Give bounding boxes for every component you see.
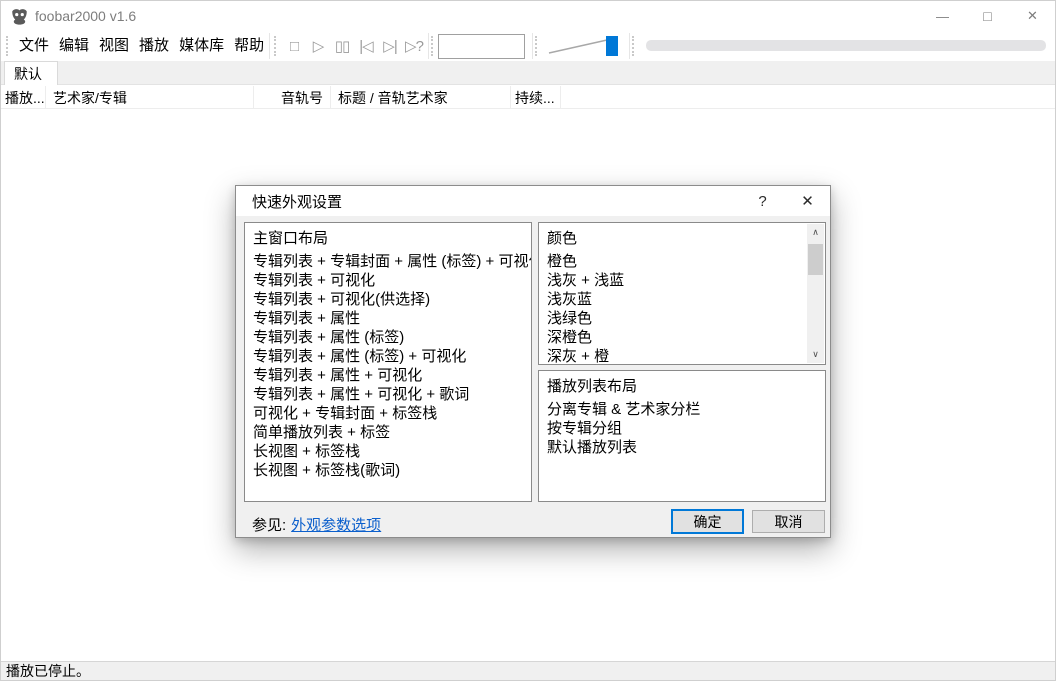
colors-scrollbar[interactable]: ∧ ∨	[807, 224, 824, 363]
menu-edit[interactable]: 编辑	[54, 31, 94, 61]
status-text: 播放已停止。	[6, 663, 90, 679]
list-item[interactable]: 简单播放列表 + 标签	[253, 423, 523, 442]
seek-bar[interactable]	[646, 40, 1046, 51]
toolbar-separator	[629, 33, 630, 59]
appearance-preferences-link[interactable]: 外观参数选项	[291, 514, 381, 535]
playlist-tab-default[interactable]: 默认	[4, 61, 58, 85]
dialog-close-icon[interactable]: ✕	[785, 186, 830, 216]
colors-listbox[interactable]: 颜色 橙色 浅灰 + 浅蓝 浅灰蓝 浅绿色 深橙色 深灰 + 橙 深灰 + 洋红…	[538, 222, 826, 365]
toolbar-separator	[532, 33, 533, 59]
playlist-layout-header: 播放列表布局	[547, 378, 638, 395]
menu-playback[interactable]: 播放	[134, 31, 174, 61]
dialog-title: 快速外观设置	[252, 193, 343, 211]
scrollbar-thumb[interactable]	[808, 244, 823, 275]
maximize-button[interactable]: □	[965, 1, 1010, 31]
list-item[interactable]: 专辑列表 + 属性 + 可视化 + 歌词	[253, 385, 523, 404]
column-artist-album[interactable]: 艺术家/专辑	[46, 86, 254, 109]
toolbar-gripper[interactable]	[632, 36, 634, 56]
playback-buttons: □ ▷ ▯▯ |◁ ▷| ▷?	[282, 31, 426, 61]
menu-bar: 文件 编辑 视图 播放 媒体库 帮助	[14, 31, 269, 61]
toolbar-gripper[interactable]	[535, 36, 537, 56]
window-controls: — □ ✕	[920, 1, 1055, 31]
list-item[interactable]: 可视化 + 专辑封面 + 标签栈	[253, 404, 523, 423]
column-title-track-artist[interactable]: 标题 / 音轨艺术家	[331, 86, 511, 109]
list-item[interactable]: 专辑列表 + 属性 + 可视化	[253, 366, 523, 385]
foobar2000-logo-icon	[12, 8, 27, 25]
list-item[interactable]: 橙色	[547, 252, 799, 271]
list-item[interactable]: 专辑列表 + 属性 (标签) + 可视化	[253, 347, 523, 366]
list-item[interactable]: 浅灰 + 浅蓝	[547, 271, 799, 290]
previous-track-icon[interactable]: |◁	[354, 33, 378, 59]
status-bar: 播放已停止。	[1, 661, 1055, 680]
list-item[interactable]: 专辑列表 + 可视化	[253, 271, 523, 290]
playlist-column-headers: 播放... 艺术家/专辑 音轨号 标题 / 音轨艺术家 持续...	[1, 86, 1055, 109]
scroll-down-icon[interactable]: ∨	[807, 346, 824, 363]
title-bar: foobar2000 v1.6 — □ ✕	[1, 1, 1055, 31]
next-track-icon[interactable]: ▷|	[378, 33, 402, 59]
toolbar-gripper[interactable]	[431, 36, 433, 56]
toolbar-gripper[interactable]	[274, 36, 276, 56]
colors-header: 颜色	[547, 230, 578, 247]
menu-toolbar-row: 文件 编辑 视图 播放 媒体库 帮助 □ ▷ ▯▯ |◁ ▷| ▷?	[1, 31, 1055, 61]
order-combobox[interactable]	[438, 34, 525, 59]
list-item[interactable]: 浅灰蓝	[547, 290, 799, 309]
ok-button[interactable]: 确定	[671, 509, 744, 534]
cancel-button[interactable]: 取消	[752, 510, 825, 533]
scroll-up-icon[interactable]: ∧	[807, 224, 824, 241]
list-item[interactable]: 分离专辑 & 艺术家分栏	[547, 400, 817, 419]
list-item[interactable]: 默认播放列表	[547, 438, 817, 457]
foobar2000-window: foobar2000 v1.6 — □ ✕ 文件 编辑 视图 播放 媒体库 帮助…	[0, 0, 1056, 681]
menu-view[interactable]: 视图	[94, 31, 134, 61]
help-icon[interactable]: ?	[740, 186, 785, 216]
see-also-label: 参见:	[252, 517, 287, 534]
see-also-row: 参见: 外观参数选项	[252, 514, 381, 535]
close-button[interactable]: ✕	[1010, 1, 1055, 31]
list-item[interactable]: 长视图 + 标签栈	[253, 442, 523, 461]
playlist-layout-listbox[interactable]: 播放列表布局 分离专辑 & 艺术家分栏 按专辑分组 默认播放列表	[538, 370, 826, 502]
column-track-number[interactable]: 音轨号	[254, 86, 331, 109]
minimize-button[interactable]: —	[920, 1, 965, 31]
main-layout-header: 主窗口布局	[253, 230, 329, 247]
menu-help[interactable]: 帮助	[229, 31, 269, 61]
pause-icon[interactable]: ▯▯	[330, 33, 354, 59]
window-title: foobar2000 v1.6	[35, 8, 137, 24]
play-icon[interactable]: ▷	[306, 33, 330, 59]
list-item[interactable]: 深橙色	[547, 328, 799, 347]
list-item[interactable]: 长视图 + 标签栈(歌词)	[253, 461, 523, 480]
playlist-tab-strip: 默认	[1, 61, 1055, 85]
list-item[interactable]: 专辑列表 + 专辑封面 + 属性 (标签) + 可视化 + 歌词	[253, 252, 531, 271]
main-layout-listbox[interactable]: 主窗口布局 专辑列表 + 专辑封面 + 属性 (标签) + 可视化 + 歌词 专…	[244, 222, 532, 502]
list-item[interactable]: 深灰 + 橙	[547, 347, 799, 364]
toolbar-gripper[interactable]	[6, 36, 8, 56]
column-duration[interactable]: 持续...	[511, 86, 561, 109]
list-item[interactable]: 浅绿色	[547, 309, 799, 328]
menu-library[interactable]: 媒体库	[174, 31, 229, 61]
dialog-title-bar: 快速外观设置 ? ✕	[236, 186, 830, 216]
column-playing[interactable]: 播放...	[1, 86, 46, 109]
stop-icon[interactable]: □	[282, 33, 306, 59]
list-item[interactable]: 专辑列表 + 可视化(供选择)	[253, 290, 523, 309]
toolbar-separator	[428, 33, 429, 59]
dialog-caption-buttons: ? ✕	[740, 186, 830, 216]
list-item[interactable]: 专辑列表 + 属性 (标签)	[253, 328, 523, 347]
random-track-icon[interactable]: ▷?	[402, 33, 426, 59]
toolbar-separator	[269, 33, 270, 59]
list-item[interactable]: 按专辑分组	[547, 419, 817, 438]
volume-slider-handle	[606, 36, 618, 56]
menu-file[interactable]: 文件	[14, 31, 54, 61]
volume-slider[interactable]	[547, 33, 621, 59]
quick-appearance-dialog: 快速外观设置 ? ✕ 主窗口布局 专辑列表 + 专辑封面 + 属性 (标签) +…	[235, 185, 831, 538]
list-item[interactable]: 专辑列表 + 属性	[253, 309, 523, 328]
